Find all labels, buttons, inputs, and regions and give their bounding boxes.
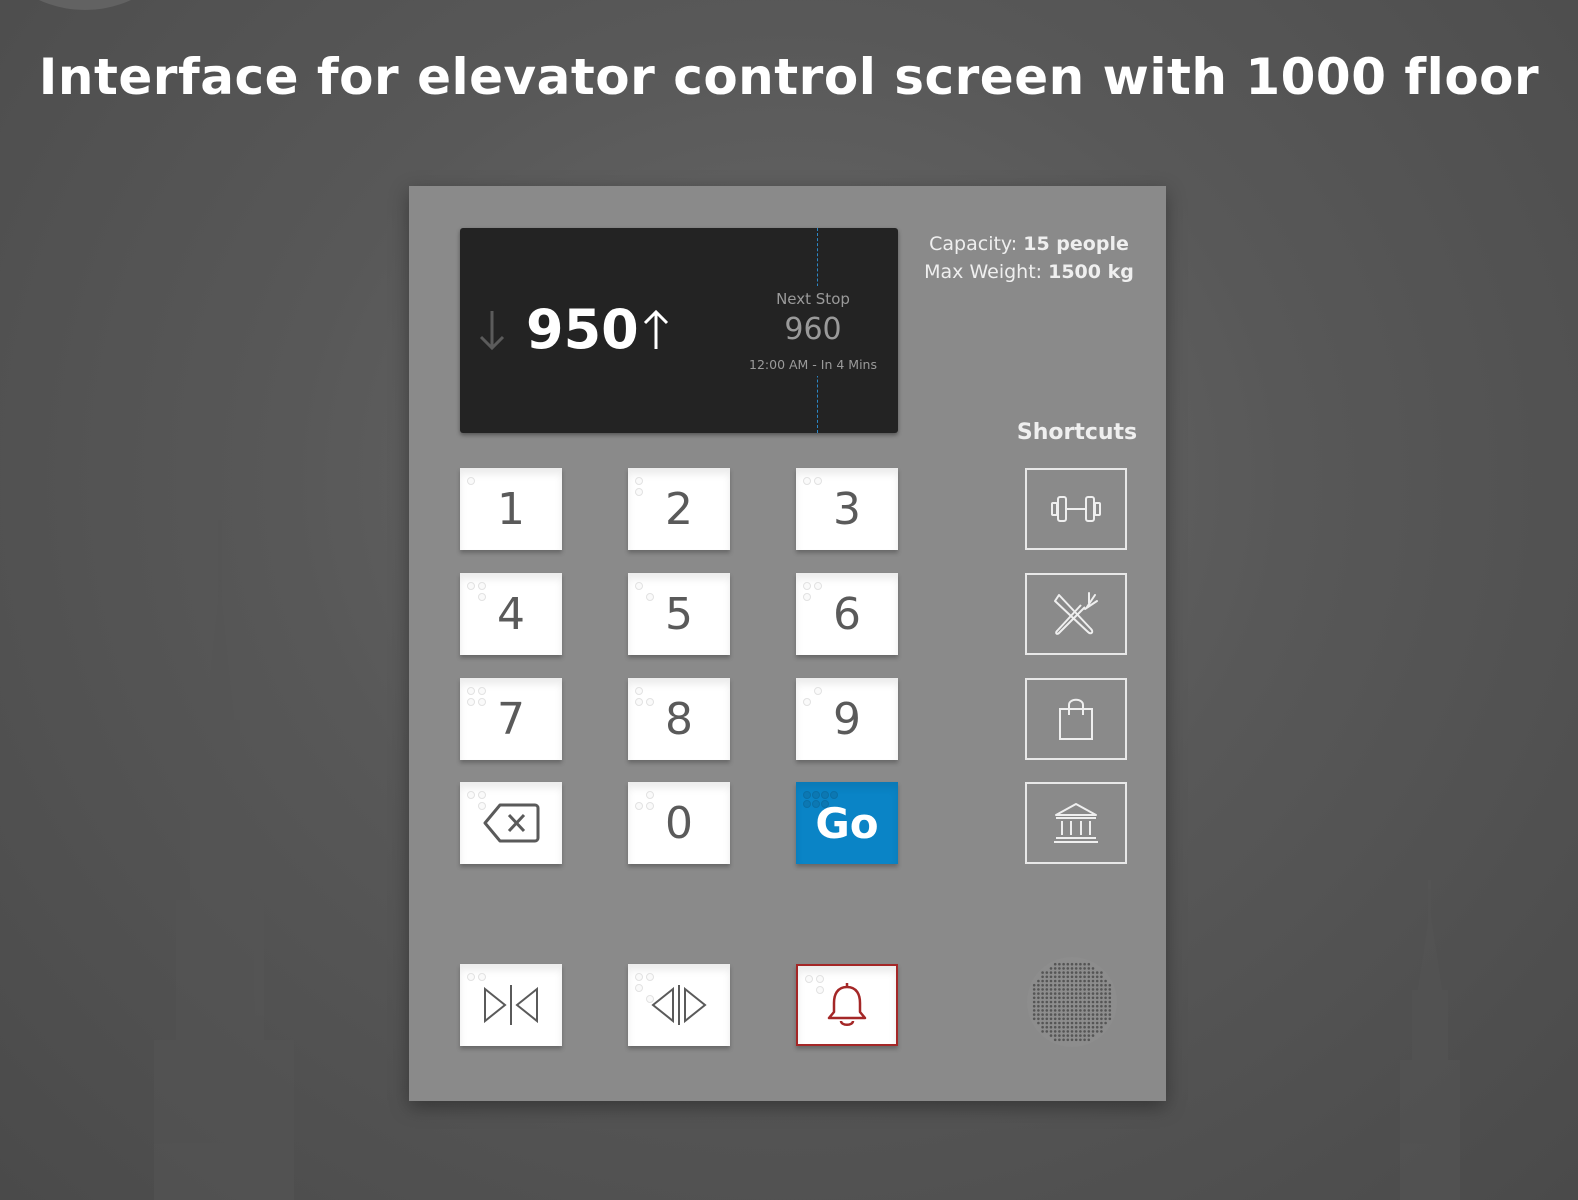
- capacity-info: Capacity: 15 people Max Weight: 1500 kg: [914, 230, 1144, 286]
- shortcut-bank[interactable]: [1025, 782, 1127, 864]
- capacity-label: Capacity:: [929, 233, 1018, 255]
- shortcuts-title: Shortcuts: [1016, 420, 1138, 445]
- close-door-button[interactable]: [460, 964, 562, 1046]
- arrow-up-icon: [643, 309, 669, 349]
- elevator-control-panel: 950 Next Stop 960 12:00 AM - In 4 Mins C…: [409, 186, 1166, 1101]
- backspace-button[interactable]: [460, 782, 562, 864]
- current-floor: 950: [526, 298, 639, 361]
- max-weight-label: Max Weight:: [924, 261, 1043, 283]
- door-open-icon: [651, 985, 707, 1025]
- shortcut-gym[interactable]: [1025, 468, 1127, 550]
- page-headline: Interface for elevator control screen wi…: [38, 48, 1540, 106]
- key-9[interactable]: 9: [796, 678, 898, 760]
- key-label: 1: [497, 483, 525, 535]
- key-label: 2: [665, 483, 693, 535]
- alarm-button[interactable]: [796, 964, 898, 1046]
- gym-icon: [1051, 496, 1101, 522]
- capacity-value: 15 people: [1023, 233, 1129, 255]
- decorative-circle: [0, 0, 180, 10]
- key-3[interactable]: 3: [796, 468, 898, 550]
- key-2[interactable]: 2: [628, 468, 730, 550]
- skyline-building-left: [154, 520, 294, 1200]
- key-label: 0: [665, 797, 693, 849]
- backspace-icon: [483, 803, 540, 843]
- alarm-bell-icon: [827, 983, 867, 1026]
- key-label: 9: [833, 693, 861, 745]
- key-label: 7: [497, 693, 525, 745]
- key-1[interactable]: 1: [460, 468, 562, 550]
- key-8[interactable]: 8: [628, 678, 730, 760]
- door-close-icon: [484, 985, 538, 1025]
- skyline-building-right: [1400, 880, 1460, 1200]
- key-7[interactable]: 7: [460, 678, 562, 760]
- shortcut-restaurant[interactable]: [1025, 573, 1127, 655]
- key-label: 5: [665, 588, 693, 640]
- next-stop-floor: 960: [784, 312, 842, 347]
- key-label: 3: [833, 483, 861, 535]
- next-stop-time: 12:00 AM - In 4 Mins: [749, 357, 877, 372]
- capacity-line: Capacity: 15 people: [914, 230, 1144, 258]
- arrow-down-icon: [479, 311, 505, 351]
- key-4[interactable]: 4: [460, 573, 562, 655]
- max-weight-line: Max Weight: 1500 kg: [914, 258, 1144, 286]
- key-6[interactable]: 6: [796, 573, 898, 655]
- floor-display: 950 Next Stop 960 12:00 AM - In 4 Mins: [460, 228, 898, 433]
- key-label: 4: [497, 588, 525, 640]
- next-stop-block: Next Stop 960 12:00 AM - In 4 Mins: [732, 286, 894, 376]
- restaurant-icon: [1054, 592, 1098, 635]
- next-stop-label: Next Stop: [776, 290, 850, 308]
- key-label: 6: [833, 588, 861, 640]
- max-weight-value: 1500 kg: [1048, 261, 1134, 283]
- bank-icon: [1054, 803, 1098, 843]
- key-label: 8: [665, 693, 693, 745]
- shortcut-shopping[interactable]: [1025, 678, 1127, 760]
- open-door-button[interactable]: [628, 964, 730, 1046]
- key-0[interactable]: 0: [628, 782, 730, 864]
- go-button[interactable]: Go: [796, 782, 898, 864]
- key-5[interactable]: 5: [628, 573, 730, 655]
- shopping-bag-icon: [1059, 698, 1093, 740]
- speaker-grille-icon: [1027, 957, 1117, 1047]
